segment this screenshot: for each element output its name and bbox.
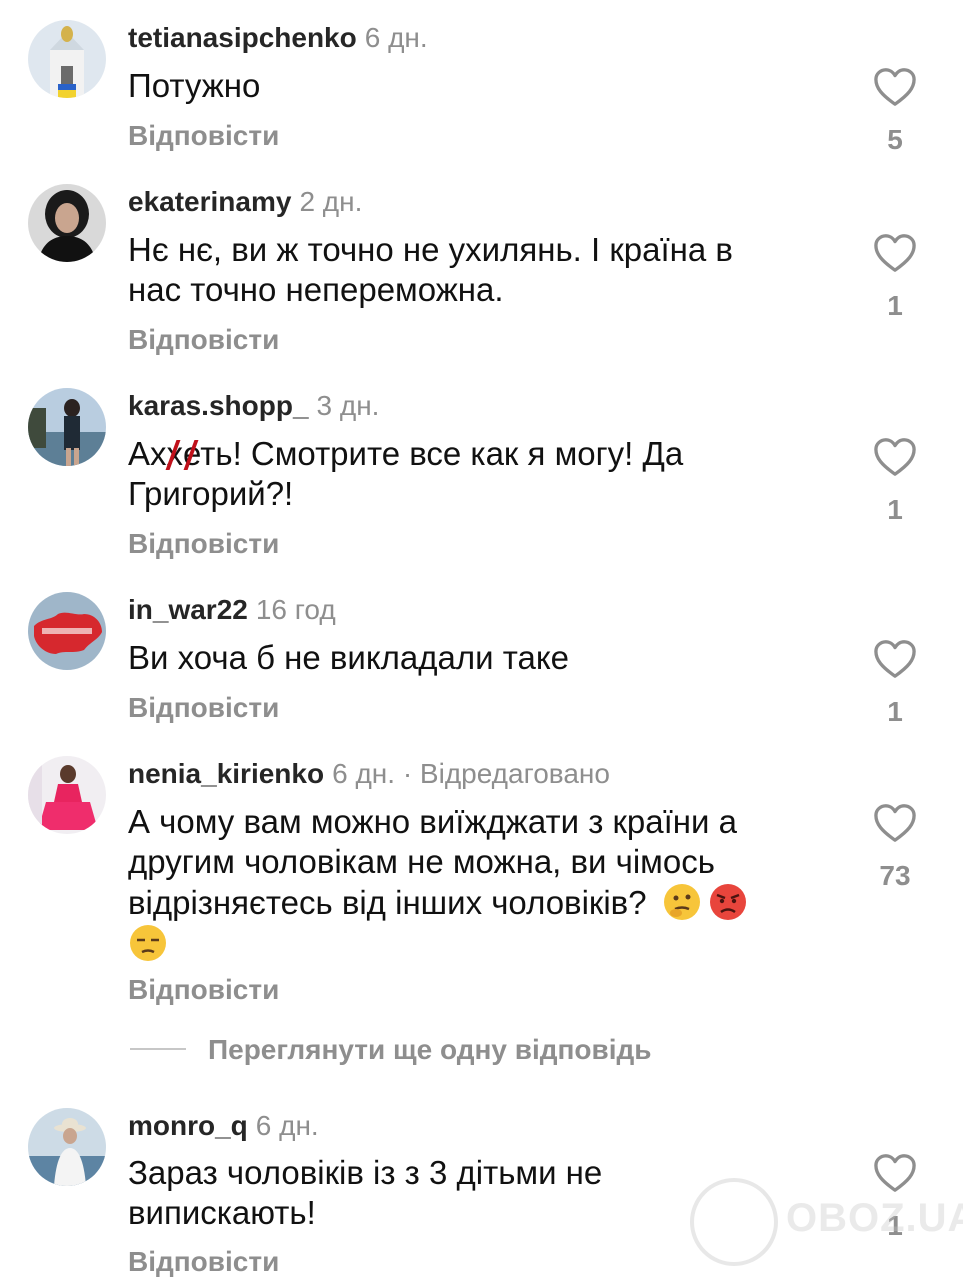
comment-text: Аххеть! Смотрите все как я могу! Да Григ…	[128, 434, 828, 514]
like-count: 1	[887, 494, 903, 525]
reply-button[interactable]: Відповісти	[128, 323, 279, 357]
comment-text-line: Григорий?!	[128, 475, 294, 512]
timestamp: 6 дн.	[332, 758, 396, 789]
church-avatar-image	[28, 20, 106, 98]
username[interactable]: in_war22	[128, 594, 248, 625]
map-avatar-image	[28, 592, 106, 670]
like-count: 5	[887, 124, 903, 155]
reply-button[interactable]: Відповісти	[128, 1245, 279, 1279]
avatar[interactable]	[28, 184, 106, 262]
censored-letter: х	[166, 435, 184, 472]
heart-icon[interactable]	[872, 232, 918, 274]
comment-meta: in_war22 16 год	[128, 592, 336, 628]
reply-button[interactable]: Відповісти	[128, 973, 279, 1007]
heart-icon[interactable]	[872, 66, 918, 108]
avatar[interactable]	[28, 1108, 106, 1186]
comment-text-part: відрізняєтесь від інших чоловіків?	[128, 884, 647, 921]
timestamp: 6 дн.	[364, 22, 428, 53]
edited-label: · Відредаговано	[402, 758, 610, 789]
timestamp: 3 дн.	[316, 390, 380, 421]
reply-thread-line	[130, 1048, 186, 1050]
like-count: 73	[879, 860, 911, 891]
angry-face-icon	[708, 882, 748, 922]
comment-meta: karas.shopp_ 3 дн.	[128, 388, 379, 424]
comment-text-line: Аххеть! Смотрите все как я могу! Да	[128, 434, 828, 474]
avatar[interactable]	[28, 20, 106, 98]
heart-icon[interactable]	[872, 802, 918, 844]
comment-text-line: нас точно непереможна.	[128, 271, 504, 308]
reply-button[interactable]: Відповісти	[128, 527, 279, 561]
comment-meta: monro_q 6 дн.	[128, 1108, 319, 1144]
heart-icon[interactable]	[872, 436, 918, 478]
comment-text: А чому вам можно виїжджати з країни а др…	[128, 802, 828, 964]
like-count: 1	[887, 696, 903, 727]
pink-dress-avatar-image	[28, 756, 106, 834]
reply-button[interactable]: Відповісти	[128, 691, 279, 725]
comment-text: Нє нє, ви ж точно не ухилянь. І країна в…	[128, 230, 828, 310]
comment-meta: tetianasipchenko 6 дн.	[128, 20, 428, 56]
username[interactable]: tetianasipchenko	[128, 22, 357, 53]
portrait-avatar-image	[28, 184, 106, 262]
comment-text-line: другим чоловікам не можна, ви чімось	[128, 843, 715, 880]
comment-text-line: Нє нє, ви ж точно не ухилянь. І країна в	[128, 231, 733, 268]
unamused-face-icon	[128, 923, 168, 963]
comment-text-part: Ах	[128, 435, 167, 472]
username[interactable]: ekaterinamy	[128, 186, 291, 217]
like-count: 1	[887, 290, 903, 321]
heart-icon[interactable]	[872, 638, 918, 680]
seaside-avatar-image	[28, 388, 106, 466]
avatar[interactable]	[28, 756, 106, 834]
avatar[interactable]	[28, 592, 106, 670]
thinking-face-icon	[662, 882, 702, 922]
watermark-text: OBOZ.UA	[786, 1196, 963, 1240]
hat-avatar-image	[28, 1108, 106, 1186]
timestamp: 6 дн.	[255, 1110, 319, 1141]
username[interactable]: karas.shopp_	[128, 390, 309, 421]
username[interactable]: monro_q	[128, 1110, 248, 1141]
comment-text: Ви хоча б не викладали таке	[128, 639, 570, 676]
watermark-logo-icon	[690, 1178, 778, 1266]
view-more-replies-label[interactable]: Переглянути ще одну відповідь	[208, 1030, 652, 1070]
comment-meta: nenia_kirienko 6 дн. · Відредаговано	[128, 756, 610, 792]
comment-text: Потужно	[128, 67, 261, 104]
comment-text-line: відрізняєтесь від інших чоловіків?	[128, 882, 828, 923]
comment-text-part: еть! Смотрите все как я могу! Да	[183, 435, 684, 472]
reply-button[interactable]: Відповісти	[128, 119, 279, 153]
watermark: OBOZ.UA	[690, 1178, 963, 1266]
comment-text-line	[128, 923, 828, 964]
comment-text-line: А чому вам можно виїжджати з країни а	[128, 803, 737, 840]
comment-meta: ekaterinamy 2 дн.	[128, 184, 362, 220]
timestamp: 16 год	[255, 594, 336, 625]
avatar[interactable]	[28, 388, 106, 466]
timestamp: 2 дн.	[299, 186, 363, 217]
username[interactable]: nenia_kirienko	[128, 758, 324, 789]
